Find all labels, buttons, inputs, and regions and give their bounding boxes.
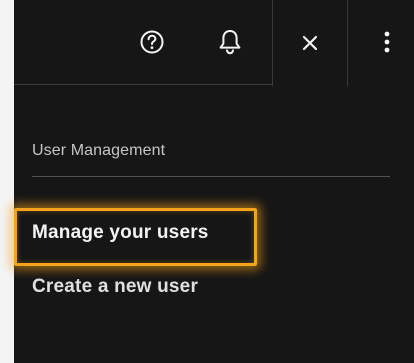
overflow-menu-icon: [383, 29, 391, 55]
section-divider: [32, 176, 390, 177]
header-divider: [14, 84, 272, 85]
section-title: User Management: [32, 142, 166, 159]
bell-icon: [217, 28, 243, 56]
help-icon: [139, 29, 165, 55]
notifications-button[interactable]: [198, 0, 262, 84]
close-icon: [301, 34, 319, 52]
overflow-menu-button[interactable]: [360, 0, 414, 84]
user-management-menu: User Management Manage your users Create…: [14, 86, 414, 363]
page-edge: [0, 0, 14, 363]
help-button[interactable]: [120, 0, 184, 84]
close-button[interactable]: [272, 0, 348, 86]
manage-users-link[interactable]: Manage your users: [32, 222, 209, 244]
user-management-panel-window: User Management Manage your users Create…: [0, 0, 414, 363]
create-user-link[interactable]: Create a new user: [32, 276, 198, 298]
